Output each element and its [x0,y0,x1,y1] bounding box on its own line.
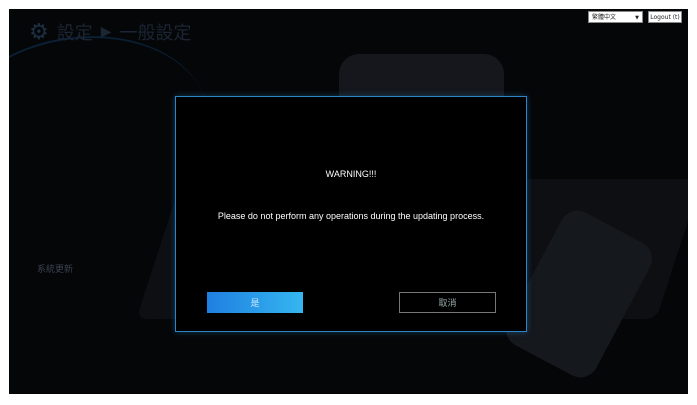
page-header: ⚙ 設定 ▶ 一般設定 [29,19,192,45]
breadcrumb-separator: ▶ [100,24,112,40]
dialog-title: WARNING!!! [325,169,377,179]
language-select[interactable]: 繁體中文 ▼ [588,11,643,23]
confirm-button[interactable]: 是 [207,292,303,313]
chevron-down-icon: ▼ [635,15,639,21]
dialog-message: Please do not perform any operations dur… [217,211,485,221]
page-title: 設定 [56,23,93,44]
sidebar-menu: 系統更新 [37,119,73,279]
language-select-value: 繁體中文 [592,14,617,21]
logout-button[interactable]: Logout (t) [648,11,682,23]
app-screen: ⚙ 設定 ▶ 一般設定 系統更新 WARNING!!! Please do no… [9,9,688,394]
sidebar-item-system-update[interactable]: 系統更新 [37,261,73,279]
warning-dialog: WARNING!!! Please do not perform any ope… [175,96,527,332]
gear-icon: ⚙ [29,19,49,45]
cancel-button[interactable]: 取消 [399,292,496,313]
page-subtitle: 一般設定 [119,23,192,44]
